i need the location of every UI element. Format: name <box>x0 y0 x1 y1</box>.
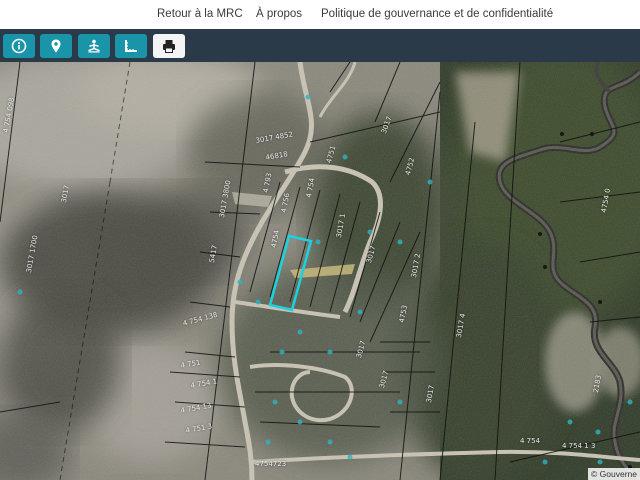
print-button[interactable] <box>153 34 185 58</box>
map-attribution: © Gouverne <box>588 468 640 480</box>
info-icon <box>11 38 27 54</box>
lot-number-label: 4 754 <box>520 437 541 445</box>
print-icon <box>163 40 175 53</box>
nav-link-retour-mrc[interactable]: Retour à la MRC <box>157 8 243 20</box>
ruler-measure-icon <box>125 40 137 52</box>
info-button[interactable] <box>3 34 35 58</box>
lot-number-label: 4754723 <box>255 460 287 468</box>
measure-button[interactable] <box>115 34 147 58</box>
person-tool-button[interactable] <box>78 34 110 58</box>
top-nav: Retour à la MRC À propos Politique de go… <box>0 0 640 29</box>
map-pin-icon <box>51 39 61 53</box>
map-toolbar <box>0 29 640 62</box>
map-view[interactable]: 4 754 098 3017 4852 46818 3017 4751 4 754 138… <box>0 62 640 480</box>
nav-link-a-propos[interactable]: À propos <box>256 8 302 20</box>
nav-link-politique[interactable]: Politique de gouvernance et de confident… <box>321 8 553 20</box>
meditation-person-icon <box>88 39 100 53</box>
aerial-imagery <box>0 62 640 480</box>
locate-button[interactable] <box>40 34 72 58</box>
lot-number-label: 4 754 1 3 <box>562 442 596 450</box>
